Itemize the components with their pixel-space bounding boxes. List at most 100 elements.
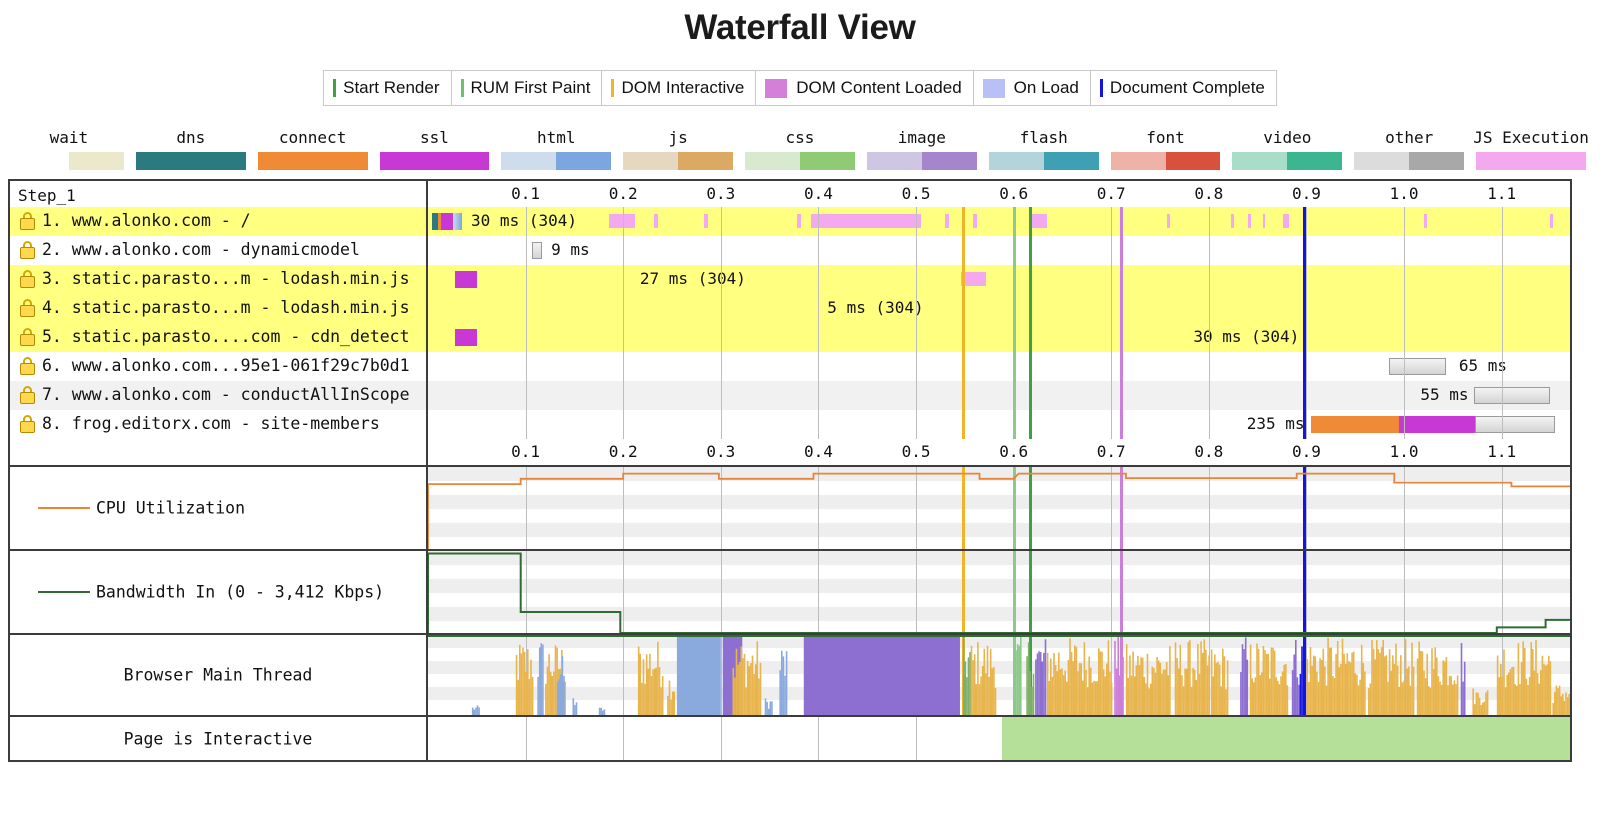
js-execution-block <box>797 214 801 228</box>
request-bar-segment <box>532 242 542 259</box>
request-row-bars[interactable]: 30 ms (304) <box>428 207 1570 236</box>
cpu-plot <box>428 467 1570 549</box>
request-row-bars[interactable]: 30 ms (304) <box>428 323 1570 352</box>
js-execution-block <box>1263 214 1266 228</box>
legend-item-rum-first-paint[interactable]: RUM First Paint <box>452 71 603 105</box>
content-type-label: other <box>1348 128 1470 147</box>
content-type-swatch <box>501 152 611 170</box>
request-row-bars[interactable]: 5 ms (304) <box>428 294 1570 323</box>
content-type-label: connect <box>252 128 374 147</box>
page-interactive-label-column: Page is Interactive <box>10 717 428 760</box>
legend-item-start-render[interactable]: Start Render <box>324 71 451 105</box>
legend-item-document-complete[interactable]: Document Complete <box>1091 71 1276 105</box>
js-execution-block <box>1167 214 1170 228</box>
lock-icon <box>20 357 35 375</box>
axis-top: 0.10.20.30.40.50.60.70.80.91.01.1 <box>428 181 1570 207</box>
request-row-label[interactable]: 8. frog.editorx.com - site-members <box>10 410 426 439</box>
step-label: Step_1 <box>10 181 426 207</box>
request-row-bars[interactable]: 65 ms <box>428 352 1570 381</box>
request-time-label: 235 ms <box>1247 414 1305 433</box>
legend-label: DOM Interactive <box>621 78 744 98</box>
content-type-swatch <box>623 152 733 170</box>
request-row-label[interactable]: 1. www.alonko.com - / <box>10 207 426 236</box>
axis-tick: 1.1 <box>1487 442 1516 461</box>
page-interactive-bar <box>1002 717 1570 760</box>
grid-line <box>721 717 722 760</box>
axis-tick: 1.0 <box>1390 442 1419 461</box>
request-bar-segment <box>1389 358 1446 375</box>
js-execution-block <box>961 272 986 286</box>
request-row-label[interactable]: 6. www.alonko.com...95e1-061f29c7b0d1 <box>10 352 426 381</box>
axis-tick: 0.8 <box>1194 442 1223 461</box>
request-bar-segment <box>455 271 476 288</box>
content-type-ssl: ssl <box>374 128 496 170</box>
request-row-bars[interactable]: 55 ms <box>428 381 1570 410</box>
main-thread-panel: Browser Main Thread <box>10 635 1570 717</box>
request-url-label: 3. static.parasto...m - lodash.min.js <box>42 269 410 288</box>
request-bar-segment <box>1474 387 1550 404</box>
request-time-label: 30 ms (304) <box>1193 327 1299 346</box>
legend-item-dom-interactive[interactable]: DOM Interactive <box>602 71 756 105</box>
axis-tick: 0.9 <box>1292 442 1321 461</box>
request-row-bars[interactable]: 235 ms <box>428 410 1570 439</box>
content-type-flash: flash <box>983 128 1105 170</box>
content-type-js-execution: JS Execution <box>1470 128 1592 170</box>
main-thread-plot <box>428 635 1570 715</box>
requests-panel: Step_1 1. www.alonko.com - / 2. www.alonk… <box>10 181 1570 467</box>
axis-tick: 0.9 <box>1292 184 1321 203</box>
axis-tick: 0.6 <box>999 442 1028 461</box>
legend-item-dom-content-loaded[interactable]: DOM Content Loaded <box>756 71 973 105</box>
cpu-utilization-line <box>428 467 1570 549</box>
axis-tick: 0.7 <box>1097 442 1126 461</box>
request-row-label[interactable]: 4. static.parasto...m - lodash.min.js <box>10 294 426 323</box>
waterfall-table: Step_1 1. www.alonko.com - / 2. www.alonk… <box>8 179 1572 762</box>
content-type-label: css <box>739 128 861 147</box>
bandwidth-label-column: Bandwidth In (0 - 3,412 Kbps) <box>10 551 428 633</box>
axis-tick: 0.1 <box>511 184 540 203</box>
cpu-panel: CPU Utilization <box>10 467 1570 551</box>
lock-icon <box>20 415 35 433</box>
content-type-label: flash <box>983 128 1105 147</box>
content-type-label: JS Execution <box>1470 128 1592 147</box>
request-row-label[interactable]: 3. static.parasto...m - lodash.min.js <box>10 265 426 294</box>
content-type-label: js <box>617 128 739 147</box>
cpu-label: CPU Utilization <box>96 499 245 518</box>
content-type-swatch <box>258 152 368 170</box>
axis-bottom: 0.10.20.30.40.50.60.70.80.91.01.1 <box>428 439 1570 465</box>
content-type-label: wait <box>8 128 130 147</box>
request-url-label: 1. www.alonko.com - / <box>42 211 251 230</box>
content-type-html: html <box>495 128 617 170</box>
request-time-label: 5 ms (304) <box>827 298 923 317</box>
bandwidth-in-line <box>428 551 1570 633</box>
legend: Start Render RUM First Paint DOM Interac… <box>323 70 1277 106</box>
lock-icon <box>20 328 35 346</box>
content-type-js: js <box>617 128 739 170</box>
request-row-label[interactable]: 5. static.parasto....com - cdn_detect <box>10 323 426 352</box>
content-type-swatch <box>1476 152 1586 170</box>
content-type-swatch <box>1232 152 1342 170</box>
js-execution-block <box>609 214 635 228</box>
request-row-label[interactable]: 2. www.alonko.com - dynamicmodel <box>10 236 426 265</box>
js-execution-block <box>945 214 949 228</box>
axis-tick: 0.2 <box>609 184 638 203</box>
grid-line <box>623 717 624 760</box>
request-bar-segment <box>455 329 476 346</box>
request-row-bars[interactable]: 9 ms <box>428 236 1570 265</box>
request-row-bars[interactable]: 27 ms (304) <box>428 265 1570 294</box>
content-type-font: font <box>1105 128 1227 170</box>
request-url-label: 7. www.alonko.com - conductAllInScope <box>42 385 410 404</box>
request-row-label[interactable]: 7. www.alonko.com - conductAllInScope <box>10 381 426 410</box>
legend-label: DOM Content Loaded <box>796 78 961 98</box>
dom-interactive-marker-icon <box>611 79 614 97</box>
requests-waterfall-column: 0.10.20.30.40.50.60.70.80.91.01.1 30 ms … <box>428 181 1570 465</box>
axis-tick: 0.3 <box>706 184 735 203</box>
content-type-swatch <box>989 152 1099 170</box>
content-type-swatch <box>1354 152 1464 170</box>
document-complete-marker-icon <box>1100 79 1103 97</box>
content-type-swatch <box>1111 152 1221 170</box>
start-render-marker-icon <box>333 79 336 97</box>
legend-label: RUM First Paint <box>471 78 591 98</box>
legend-item-on-load[interactable]: On Load <box>974 71 1091 105</box>
content-type-label: font <box>1105 128 1227 147</box>
lock-icon <box>20 241 35 259</box>
